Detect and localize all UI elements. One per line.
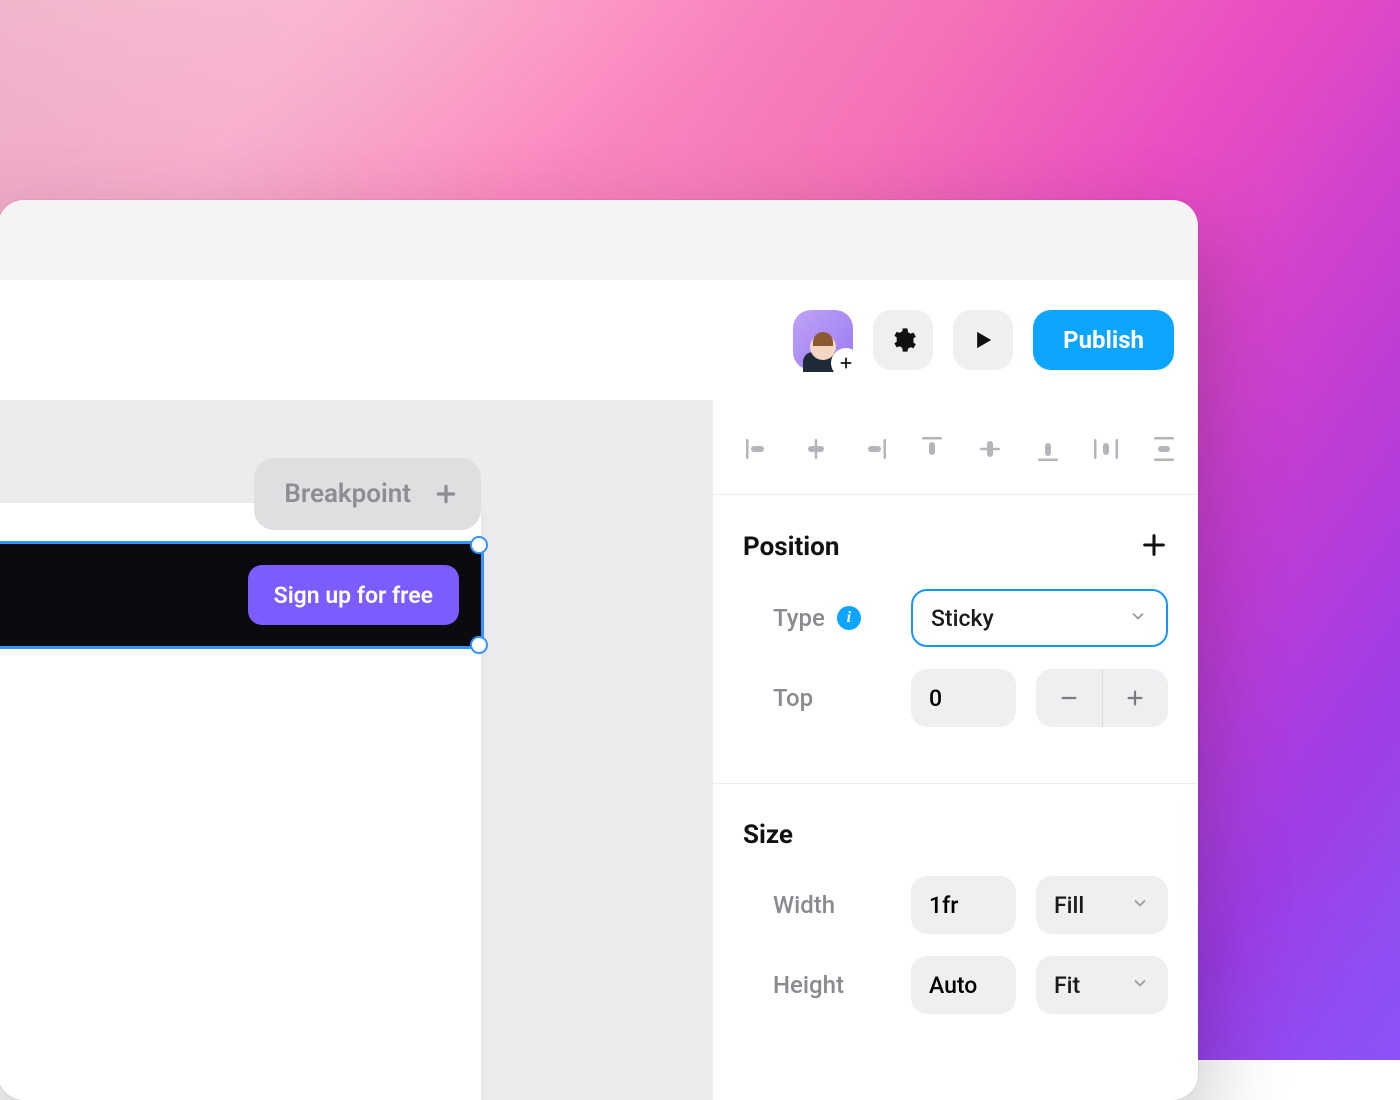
width-input-field[interactable]: [929, 892, 998, 919]
align-right-icon: [859, 434, 889, 464]
breakpoint-label: Breakpoint: [284, 479, 411, 509]
preview-button[interactable]: [953, 310, 1013, 370]
user-avatar[interactable]: [793, 310, 853, 370]
width-unit-value: Fill: [1054, 892, 1084, 919]
position-heading: Position: [743, 532, 839, 562]
top-label: Top: [743, 684, 891, 712]
chevron-down-icon: [1130, 892, 1150, 919]
type-label: Type i: [743, 604, 891, 632]
window-titlebar: [0, 200, 1198, 280]
height-unit-value: Fit: [1054, 972, 1080, 999]
height-input[interactable]: [911, 956, 1016, 1014]
position-type-row: Type i Sticky: [743, 589, 1168, 647]
align-bottom-button[interactable]: [1033, 434, 1063, 464]
distribute-h-button[interactable]: [1091, 434, 1121, 464]
align-left-icon: [743, 434, 773, 464]
top-increment-button[interactable]: [1103, 669, 1169, 727]
position-section-header: Position: [743, 495, 1168, 589]
position-add-button[interactable]: [1140, 531, 1168, 563]
width-unit-select[interactable]: Fill: [1036, 876, 1168, 934]
width-label: Width: [743, 891, 891, 919]
position-type-select[interactable]: Sticky: [911, 589, 1168, 647]
inspector-panel: Position Type i Sticky Top: [712, 400, 1198, 1100]
align-hcenter-icon: [801, 434, 831, 464]
chevron-down-icon: [1130, 972, 1150, 999]
content-area: Breakpoint Sign up for free: [0, 400, 1198, 1100]
size-section-header: Size: [743, 784, 1168, 876]
align-vcenter-button[interactable]: [975, 434, 1005, 464]
distribute-v-button[interactable]: [1149, 434, 1179, 464]
height-input-field[interactable]: [929, 972, 998, 999]
plus-icon: [433, 481, 459, 507]
top-decrement-button[interactable]: [1036, 669, 1103, 727]
size-heading: Size: [743, 820, 793, 850]
align-bottom-icon: [1033, 434, 1063, 464]
size-height-row: Height Fit: [743, 956, 1168, 1014]
avatar-add-badge[interactable]: [833, 350, 859, 376]
gear-icon: [889, 326, 917, 354]
chevron-down-icon: [1128, 605, 1148, 632]
plus-icon: [1140, 531, 1168, 559]
plus-icon: [838, 355, 854, 371]
height-label: Height: [743, 971, 891, 999]
top-input[interactable]: [911, 669, 1016, 727]
selected-element[interactable]: Sign up for free: [0, 544, 481, 646]
settings-button[interactable]: [873, 310, 933, 370]
info-icon[interactable]: i: [837, 606, 861, 630]
add-breakpoint-button[interactable]: [429, 477, 463, 511]
align-vcenter-icon: [975, 434, 1005, 464]
play-icon: [969, 326, 997, 354]
width-input[interactable]: [911, 876, 1016, 934]
position-type-value: Sticky: [931, 605, 994, 632]
position-top-row: Top: [743, 669, 1168, 727]
alignment-controls: [743, 400, 1168, 494]
distribute-h-icon: [1091, 434, 1121, 464]
align-hcenter-button[interactable]: [801, 434, 831, 464]
breakpoint-chip[interactable]: Breakpoint: [254, 458, 481, 530]
design-canvas[interactable]: Breakpoint Sign up for free: [0, 400, 712, 1100]
minus-icon: [1058, 687, 1080, 709]
top-input-field[interactable]: [929, 685, 998, 712]
distribute-v-icon: [1149, 434, 1179, 464]
align-left-button[interactable]: [743, 434, 773, 464]
publish-button[interactable]: Publish: [1033, 310, 1174, 370]
app-window: Publish Breakpoint Sign up for free: [0, 200, 1198, 1100]
size-width-row: Width Fill: [743, 876, 1168, 934]
signup-button[interactable]: Sign up for free: [248, 565, 459, 625]
height-unit-select[interactable]: Fit: [1036, 956, 1168, 1014]
plus-icon: [1124, 687, 1146, 709]
top-stepper: [1036, 669, 1168, 727]
align-top-button[interactable]: [917, 434, 947, 464]
top-toolbar: Publish: [0, 280, 1198, 400]
align-right-button[interactable]: [859, 434, 889, 464]
align-top-icon: [917, 434, 947, 464]
